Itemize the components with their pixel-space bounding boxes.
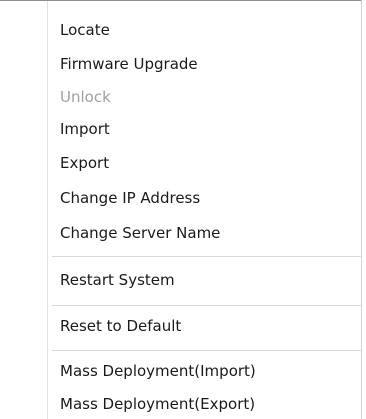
menu-separator bbox=[52, 305, 361, 306]
menu-icon-gutter-highlight bbox=[48, 1, 49, 419]
menu-item-mass-deployment-export[interactable]: Mass Deployment(Export) bbox=[60, 389, 255, 419]
menu-item-change-server-name[interactable]: Change Server Name bbox=[60, 218, 220, 248]
menu-item-import[interactable]: Import bbox=[60, 114, 110, 144]
menu-item-firmware-upgrade[interactable]: Firmware Upgrade bbox=[60, 49, 198, 79]
menu-separator bbox=[52, 350, 361, 351]
menu-item-change-ip-address[interactable]: Change IP Address bbox=[60, 183, 200, 213]
menu-top-border bbox=[0, 0, 362, 1]
menu-item-export[interactable]: Export bbox=[60, 148, 109, 178]
menu-right-border bbox=[361, 0, 362, 419]
menu-separator bbox=[52, 256, 361, 257]
menu-item-mass-deployment-import[interactable]: Mass Deployment(Import) bbox=[60, 356, 256, 386]
context-menu: Locate Firmware Upgrade Unlock Import Ex… bbox=[0, 0, 366, 419]
menu-item-unlock: Unlock bbox=[60, 88, 111, 106]
menu-item-locate[interactable]: Locate bbox=[60, 15, 110, 45]
menu-item-restart-system[interactable]: Restart System bbox=[60, 265, 175, 295]
menu-item-reset-to-default[interactable]: Reset to Default bbox=[60, 311, 181, 341]
